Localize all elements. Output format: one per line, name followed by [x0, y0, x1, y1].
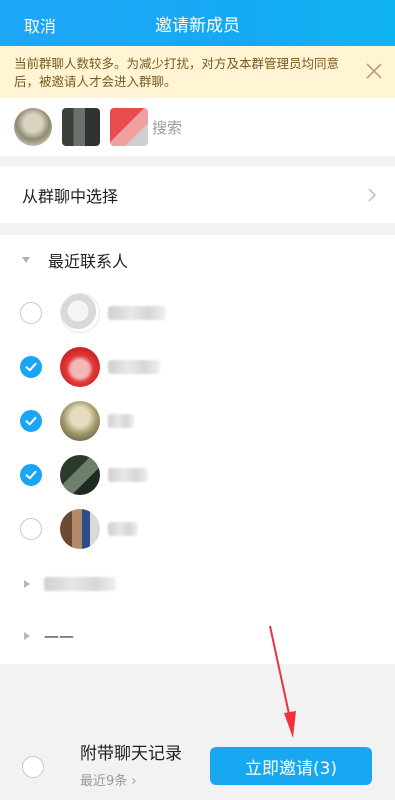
- select-from-group-label: 从群聊中选择: [22, 187, 119, 206]
- selected-members-bar: 搜索: [0, 98, 395, 156]
- collapsed-group[interactable]: [0, 562, 395, 606]
- contact-name-blurred: [108, 360, 160, 374]
- recent-contacts-header[interactable]: 最近联系人: [0, 240, 395, 280]
- avatar: [60, 509, 100, 549]
- avatar: [60, 455, 100, 495]
- attach-history-label: 附带聊天记录: [80, 744, 182, 764]
- contact-name-blurred: [108, 468, 148, 482]
- unchecked-radio-icon[interactable]: [22, 756, 44, 778]
- checked-radio-icon[interactable]: [20, 464, 42, 486]
- expand-triangle-icon: [24, 580, 30, 588]
- contact-row[interactable]: [0, 502, 395, 556]
- divider: [0, 223, 395, 235]
- unchecked-radio-icon[interactable]: [20, 302, 42, 324]
- page-title: 邀请新成员: [155, 15, 240, 36]
- invite-now-button[interactable]: 立即邀请(3): [210, 747, 372, 785]
- unchecked-radio-icon[interactable]: [20, 518, 42, 540]
- close-icon[interactable]: [365, 62, 383, 80]
- contact-row[interactable]: [0, 394, 395, 448]
- cancel-button[interactable]: 取消: [24, 13, 56, 37]
- avatar: [60, 347, 100, 387]
- notice-text: 当前群聊人数较多。为减少打扰，对方及本群管理员均同意后，被邀请人才会进入群聊。: [14, 56, 340, 89]
- group-label: ——: [44, 627, 74, 645]
- selected-avatar[interactable]: [14, 108, 52, 146]
- bottom-action-bar: 附带聊天记录 最近9条 › 立即邀请(3): [0, 664, 395, 800]
- notice-banner: 当前群聊人数较多。为减少打扰，对方及本群管理员均同意后，被邀请人才会进入群聊。: [0, 46, 395, 98]
- contact-row[interactable]: [0, 340, 395, 394]
- search-input[interactable]: 搜索: [152, 117, 182, 138]
- checked-radio-icon[interactable]: [20, 356, 42, 378]
- group-name-blurred: [44, 577, 116, 591]
- title-bar: 取消 邀请新成员: [0, 0, 395, 46]
- recent-messages-link[interactable]: 最近9条 ›: [80, 770, 182, 789]
- attach-history-option[interactable]: 附带聊天记录 最近9条 ›: [22, 742, 182, 789]
- selected-avatar[interactable]: [110, 108, 148, 146]
- avatar: [60, 293, 100, 333]
- contact-name-blurred: [108, 306, 166, 320]
- contact-row[interactable]: [0, 286, 395, 340]
- contact-name-blurred: [108, 522, 138, 536]
- avatar: [60, 401, 100, 441]
- collapsed-group[interactable]: ——: [0, 614, 395, 658]
- expand-triangle-icon: [24, 632, 30, 640]
- chevron-right-icon: [368, 188, 377, 202]
- recent-contacts-label: 最近联系人: [48, 252, 129, 271]
- divider: [0, 156, 395, 166]
- select-from-group-chat[interactable]: 从群聊中选择: [0, 167, 395, 223]
- selected-avatar[interactable]: [62, 108, 100, 146]
- contact-name-blurred: [108, 414, 134, 428]
- contact-row[interactable]: [0, 448, 395, 502]
- collapse-triangle-icon: [22, 257, 30, 263]
- checked-radio-icon[interactable]: [20, 410, 42, 432]
